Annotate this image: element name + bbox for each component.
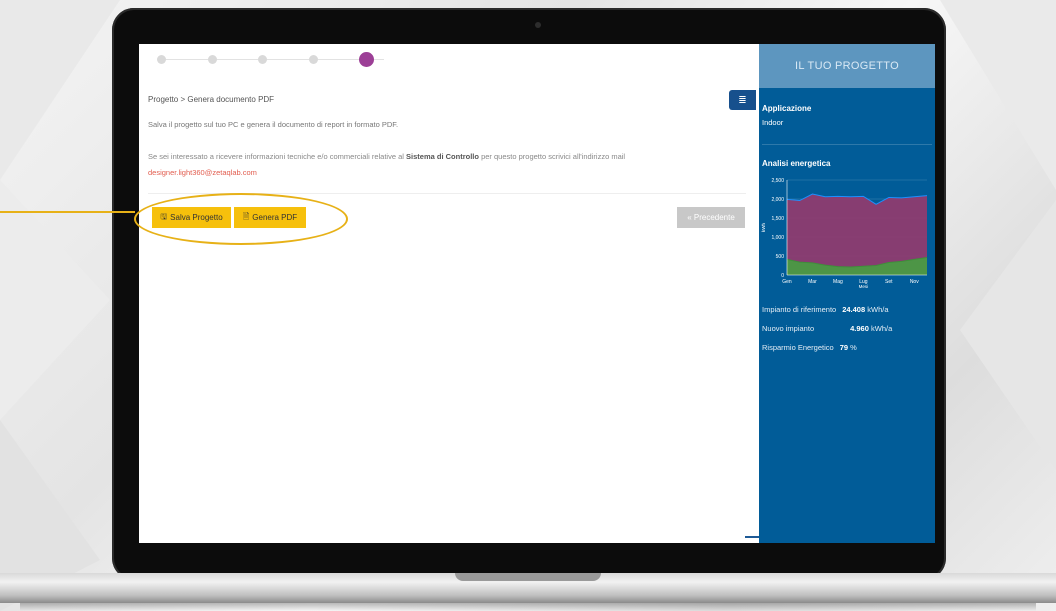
stat-unit: % xyxy=(850,343,857,352)
stat-row-new: Nuovo impianto 4.960 kWh/a xyxy=(762,324,892,333)
step-5-active[interactable] xyxy=(359,52,374,67)
y-tick-label: 2,500 xyxy=(771,178,784,184)
step-4[interactable] xyxy=(309,55,318,64)
document-lines-icon: ≣ xyxy=(738,94,747,106)
previous-button[interactable]: « Precedente xyxy=(677,207,745,228)
applicazione-value: Indoor xyxy=(762,118,784,127)
sidebar-title: IL TUO PROGETTO xyxy=(759,44,935,88)
stat-value: 24.408 xyxy=(842,305,866,314)
progress-stepper xyxy=(154,52,404,68)
stat-row-saving: Risparmio Energetico 79 % xyxy=(762,343,857,352)
step-1[interactable] xyxy=(157,55,166,64)
applicazione-label: Applicazione xyxy=(762,104,812,113)
contact-info-text: Se sei interessato a ricevere informazio… xyxy=(148,152,625,161)
x-tick-label: Nov xyxy=(910,279,919,285)
stat-value: 79 xyxy=(839,343,849,352)
info-bold: Sistema di Controllo xyxy=(406,152,479,161)
x-axis-title: Mesi xyxy=(859,284,869,289)
project-sidebar: IL TUO PROGETTO Applicazione Indoor Anal… xyxy=(759,44,935,543)
stepper-line xyxy=(160,59,384,60)
step-3[interactable] xyxy=(258,55,267,64)
stat-label: Nuovo impianto xyxy=(762,324,815,333)
stat-unit: kWh/a xyxy=(867,305,889,314)
webcam-icon xyxy=(535,22,541,28)
y-tick-label: 2,000 xyxy=(771,197,784,203)
y-axis-title: kWh xyxy=(761,223,766,232)
laptop-notch xyxy=(455,573,601,581)
stat-label: Impianto di riferimento xyxy=(762,305,837,314)
info-prefix: Se sei interessato a ricevere informazio… xyxy=(148,152,404,161)
sidebar-toggle-button[interactable]: ≣ xyxy=(729,90,756,110)
step-2[interactable] xyxy=(208,55,217,64)
y-tick-label: 500 xyxy=(776,254,785,260)
y-tick-label: 1,000 xyxy=(771,235,784,241)
email-link[interactable]: designer.light360@zetaqlab.com xyxy=(148,168,257,177)
annotation-highlight-ring xyxy=(134,193,348,245)
x-tick-label: Mar xyxy=(808,279,817,285)
stat-row-reference: Impianto di riferimento 24.408 kWh/a xyxy=(762,305,889,314)
sidebar-divider xyxy=(762,144,932,145)
x-tick-label: Gen xyxy=(782,279,792,285)
stat-value: 4.960 xyxy=(850,324,869,333)
laptop-shadow xyxy=(20,603,1036,611)
main-panel: Progetto > Genera documento PDF Salva il… xyxy=(139,44,755,543)
page-description: Salva il progetto sul tuo PC e genera il… xyxy=(148,120,399,129)
x-tick-label: Mag xyxy=(833,279,843,285)
x-tick-label: Set xyxy=(885,279,893,285)
stat-unit: kWh/a xyxy=(871,324,893,333)
analisi-energetica-label: Analisi energetica xyxy=(762,159,831,168)
energy-chart: 05001,0001,5002,0002,500Gen Mar Mag Lug Set N… xyxy=(761,178,928,289)
info-suffix: per questo progetto scrivici all'indiriz… xyxy=(481,152,626,161)
app-screen: Progetto > Genera documento PDF Salva il… xyxy=(139,44,935,543)
breadcrumb: Progetto > Genera documento PDF xyxy=(148,95,275,104)
stat-label: Risparmio Energetico xyxy=(762,343,834,352)
previous-label: « Precedente xyxy=(687,213,735,222)
y-tick-label: 1,500 xyxy=(771,216,784,222)
annotation-pointer-line xyxy=(0,211,135,213)
